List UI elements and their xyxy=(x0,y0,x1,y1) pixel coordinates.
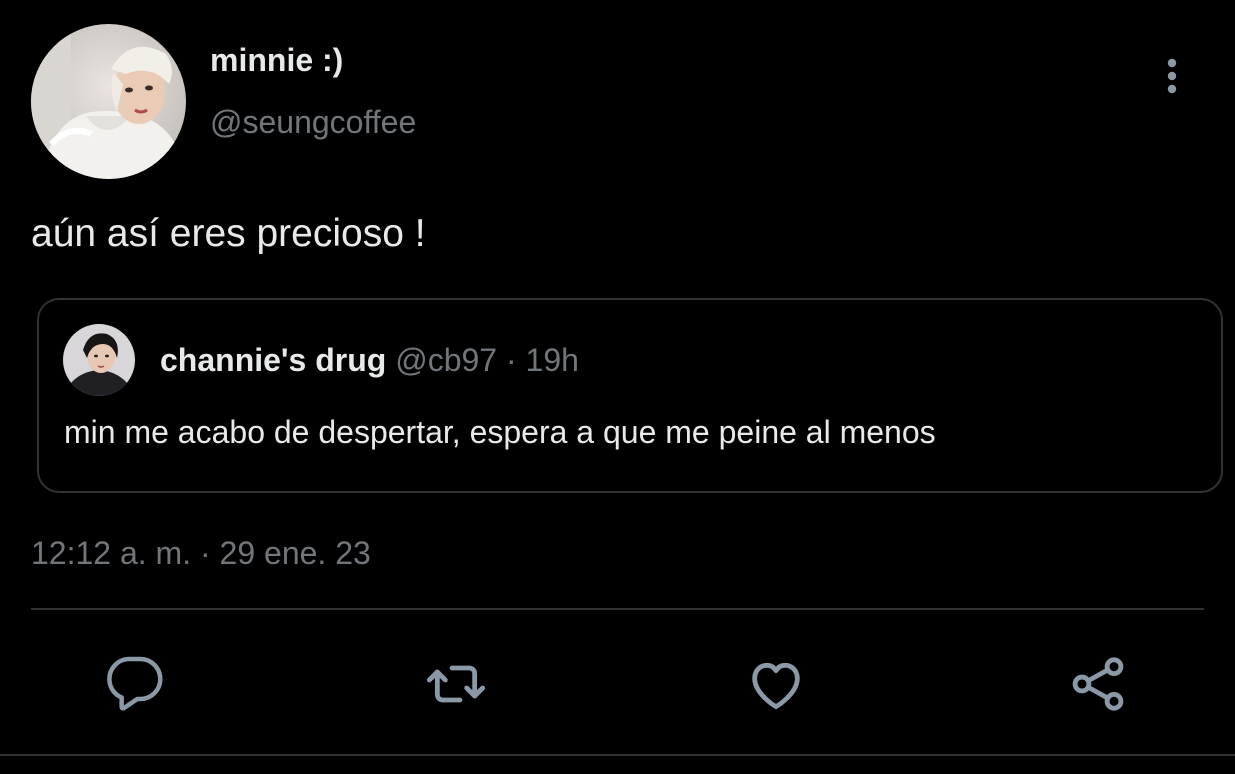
separator-dot: · xyxy=(199,535,211,571)
retweet-icon xyxy=(426,665,486,703)
quoted-tweet-header: channie's drug @cb97 · 19h xyxy=(160,342,579,379)
author-avatar[interactable] xyxy=(31,24,186,179)
quoted-author-avatar[interactable] xyxy=(63,324,135,396)
tweet-date: 29 ene. 23 xyxy=(219,535,371,571)
divider xyxy=(0,754,1235,756)
reply-icon xyxy=(107,656,163,711)
divider xyxy=(31,608,1204,610)
author-display-name[interactable]: minnie :) xyxy=(210,42,343,79)
quoted-author-handle[interactable]: @cb97 xyxy=(395,342,497,378)
tweet-text: aún así eres precioso ! xyxy=(31,212,426,255)
more-options-button[interactable] xyxy=(1150,52,1194,96)
tweet-timestamp[interactable]: 12:12 a. m. · 29 ene. 23 xyxy=(31,535,371,572)
share-button[interactable] xyxy=(1066,652,1130,716)
profile-photo-icon xyxy=(63,324,135,396)
quoted-tweet-text: min me acabo de despertar, espera a que … xyxy=(64,414,936,450)
profile-photo-icon xyxy=(31,24,186,179)
quoted-tweet-card[interactable]: channie's drug @cb97 · 19h min me acabo … xyxy=(37,298,1223,493)
quoted-author-display-name[interactable]: channie's drug xyxy=(160,342,386,378)
more-vertical-icon xyxy=(1167,58,1177,94)
like-button[interactable] xyxy=(744,652,808,716)
like-icon xyxy=(752,662,800,710)
reply-button[interactable] xyxy=(103,652,167,716)
separator-dot: · xyxy=(505,342,517,378)
share-icon xyxy=(1072,657,1124,711)
tweet-time: 12:12 a. m. xyxy=(31,535,192,571)
author-handle[interactable]: @seungcoffee xyxy=(210,104,416,141)
retweet-button[interactable] xyxy=(424,652,488,716)
quoted-tweet-time[interactable]: 19h xyxy=(526,342,579,378)
